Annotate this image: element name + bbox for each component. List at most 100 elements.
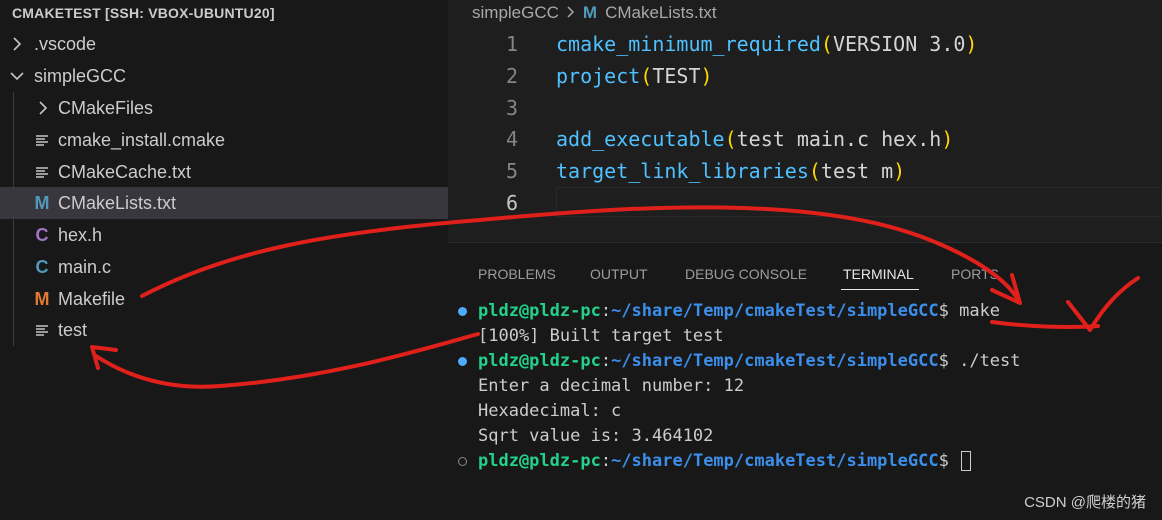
breadcrumb-file[interactable]: CMakeLists.txt [605, 0, 716, 26]
explorer-sidebar: CMAKETEST [SSH: VBOX-UBUNTU20] .vscode s… [0, 0, 480, 520]
code-line[interactable]: 2 project(TEST) [448, 60, 1162, 92]
breadcrumb-folder[interactable]: simpleGCC [472, 0, 559, 26]
prompt-colon: : [600, 451, 612, 471]
prompt-suffix: $ [938, 301, 949, 321]
code-line[interactable]: 4 add_executable(test main.c hex.h) [448, 123, 1162, 155]
watermark: CSDN @爬楼的猪 [1024, 494, 1146, 511]
code-line[interactable]: 5 target_link_libraries(test m) [448, 155, 1162, 187]
terminal-line[interactable]: pldz@pldz-pc:~/share/Temp/cmakeTest/simp… [478, 349, 1021, 374]
chevron-right-icon [8, 37, 26, 51]
terminal-input-line[interactable]: pldz@pldz-pc:~/share/Temp/cmakeTest/simp… [478, 449, 972, 474]
code-paren: ( [808, 159, 821, 183]
command-success-dot-icon[interactable] [458, 357, 467, 366]
terminal-command: ./test [959, 351, 1021, 371]
terminal-output: [100%] Built target test [478, 326, 724, 346]
tree-item-cmakefiles[interactable]: CMakeFiles [0, 92, 482, 124]
tree-item-main-c[interactable]: C main.c [0, 251, 480, 283]
tab-terminal[interactable]: TERMINAL [843, 263, 914, 285]
code-args: TEST [652, 64, 701, 88]
tab-problems[interactable]: PROBLEMS [478, 263, 556, 285]
line-number: 4 [505, 127, 518, 151]
tree-item-label: .vscode [34, 33, 97, 54]
code-paren: ) [700, 64, 713, 88]
breadcrumb: simpleGCC M CMakeLists.txt [472, 0, 717, 26]
code-paren: ( [820, 32, 833, 56]
terminal-output: Hexadecimal: c [478, 401, 622, 421]
terminal-command: make [959, 301, 1001, 321]
tree-item-label: CMakeLists.txt [58, 192, 177, 213]
prompt-colon: : [600, 351, 612, 371]
tree-item-label: CMakeCache.txt [58, 161, 192, 182]
code-function: add_executable [556, 127, 725, 151]
code-text: project(TEST) [556, 60, 713, 92]
tree-item-hex-h[interactable]: C hex.h [0, 219, 480, 251]
prompt-user: pldz@pldz-pc [478, 301, 601, 321]
prompt-colon: : [600, 301, 612, 321]
prompt-suffix: $ [938, 451, 949, 471]
code-line[interactable]: 3 [448, 92, 1162, 124]
code-text: cmake_minimum_required(VERSION 3.0) [556, 28, 977, 60]
prompt-path: ~/share/Temp/cmakeTest/simpleGCC [611, 301, 939, 321]
tree-item-cmakelists[interactable]: M CMakeLists.txt [0, 187, 480, 219]
c-source-icon: C [35, 256, 49, 277]
code-function: cmake_minimum_required [556, 32, 821, 56]
tree-item-label: test [58, 319, 88, 340]
prompt-user: pldz@pldz-pc [478, 451, 601, 471]
code-function: target_link_libraries [556, 159, 809, 183]
lines-file-icon [32, 165, 52, 179]
line-number: 5 [505, 159, 518, 183]
tree-item-label: Makefile [58, 288, 126, 309]
cmake-m-icon: M [582, 3, 598, 22]
line-number: 6 [505, 191, 518, 215]
tree-item-cmake-install[interactable]: cmake_install.cmake [0, 124, 480, 156]
code-args: test main.c hex.h [736, 127, 942, 151]
vscode-window: CMAKETEST [SSH: VBOX-UBUNTU20] .vscode s… [0, 0, 1162, 520]
prompt-suffix: $ [938, 351, 949, 371]
chevron-right-icon [567, 0, 575, 26]
tree-item-label: hex.h [58, 224, 103, 245]
makefile-m-icon: M [34, 288, 50, 309]
tab-ports[interactable]: PORTS [951, 263, 999, 285]
tree-item-simplegcc[interactable]: simpleGCC [0, 60, 456, 92]
tree-item-label: main.c [58, 256, 112, 277]
terminal-line[interactable]: pldz@pldz-pc:~/share/Temp/cmakeTest/simp… [478, 299, 1000, 324]
chevron-right-icon [34, 101, 52, 115]
tree-item-makefile[interactable]: M Makefile [0, 283, 480, 315]
lines-file-icon [32, 133, 52, 147]
tree-item-vscode[interactable]: .vscode [0, 28, 456, 60]
tree-item-cmakecache[interactable]: CMakeCache.txt [0, 156, 480, 188]
chevron-down-icon [8, 71, 26, 81]
line-number: 2 [505, 64, 518, 88]
code-text: target_link_libraries(test m) [556, 155, 905, 187]
terminal-output: Sqrt value is: 3.464102 [478, 426, 714, 446]
active-tab-indicator [841, 289, 919, 290]
tree-item-label: simpleGCC [34, 65, 127, 86]
prompt-user: pldz@pldz-pc [478, 351, 601, 371]
command-success-dot-icon[interactable] [458, 307, 467, 316]
explorer-title[interactable]: CMAKETEST [SSH: VBOX-UBUNTU20] [12, 2, 275, 24]
code-args: test m [820, 159, 894, 183]
code-line[interactable]: 6 [448, 187, 1162, 219]
code-paren: ) [965, 32, 978, 56]
cmake-m-icon: M [34, 192, 50, 213]
code-line[interactable]: 1 cmake_minimum_required(VERSION 3.0) [448, 28, 1162, 60]
code-paren: ) [941, 127, 954, 151]
command-pending-dot-icon[interactable] [458, 457, 467, 466]
tab-output[interactable]: OUTPUT [590, 263, 648, 285]
tree-item-label: cmake_install.cmake [58, 129, 226, 150]
prompt-path: ~/share/Temp/cmakeTest/simpleGCC [611, 451, 939, 471]
tab-debug-console[interactable]: DEBUG CONSOLE [685, 263, 807, 285]
line-number: 3 [505, 96, 518, 120]
bottom-panel: PROBLEMS OUTPUT DEBUG CONSOLE TERMINAL P… [448, 242, 1162, 520]
terminal-cursor [961, 451, 972, 471]
code-paren: ( [640, 64, 653, 88]
editor-area[interactable]: simpleGCC M CMakeLists.txt 1 cmake_minim… [448, 0, 1162, 242]
lines-file-icon [32, 323, 52, 337]
code-function: project [556, 64, 641, 88]
tree-item-test[interactable]: test [0, 314, 480, 346]
code-args: VERSION 3.0 [832, 32, 966, 56]
line-number: 1 [505, 32, 518, 56]
prompt-path: ~/share/Temp/cmakeTest/simpleGCC [611, 351, 939, 371]
tree-item-label: CMakeFiles [58, 97, 154, 118]
code-paren: ( [724, 127, 737, 151]
